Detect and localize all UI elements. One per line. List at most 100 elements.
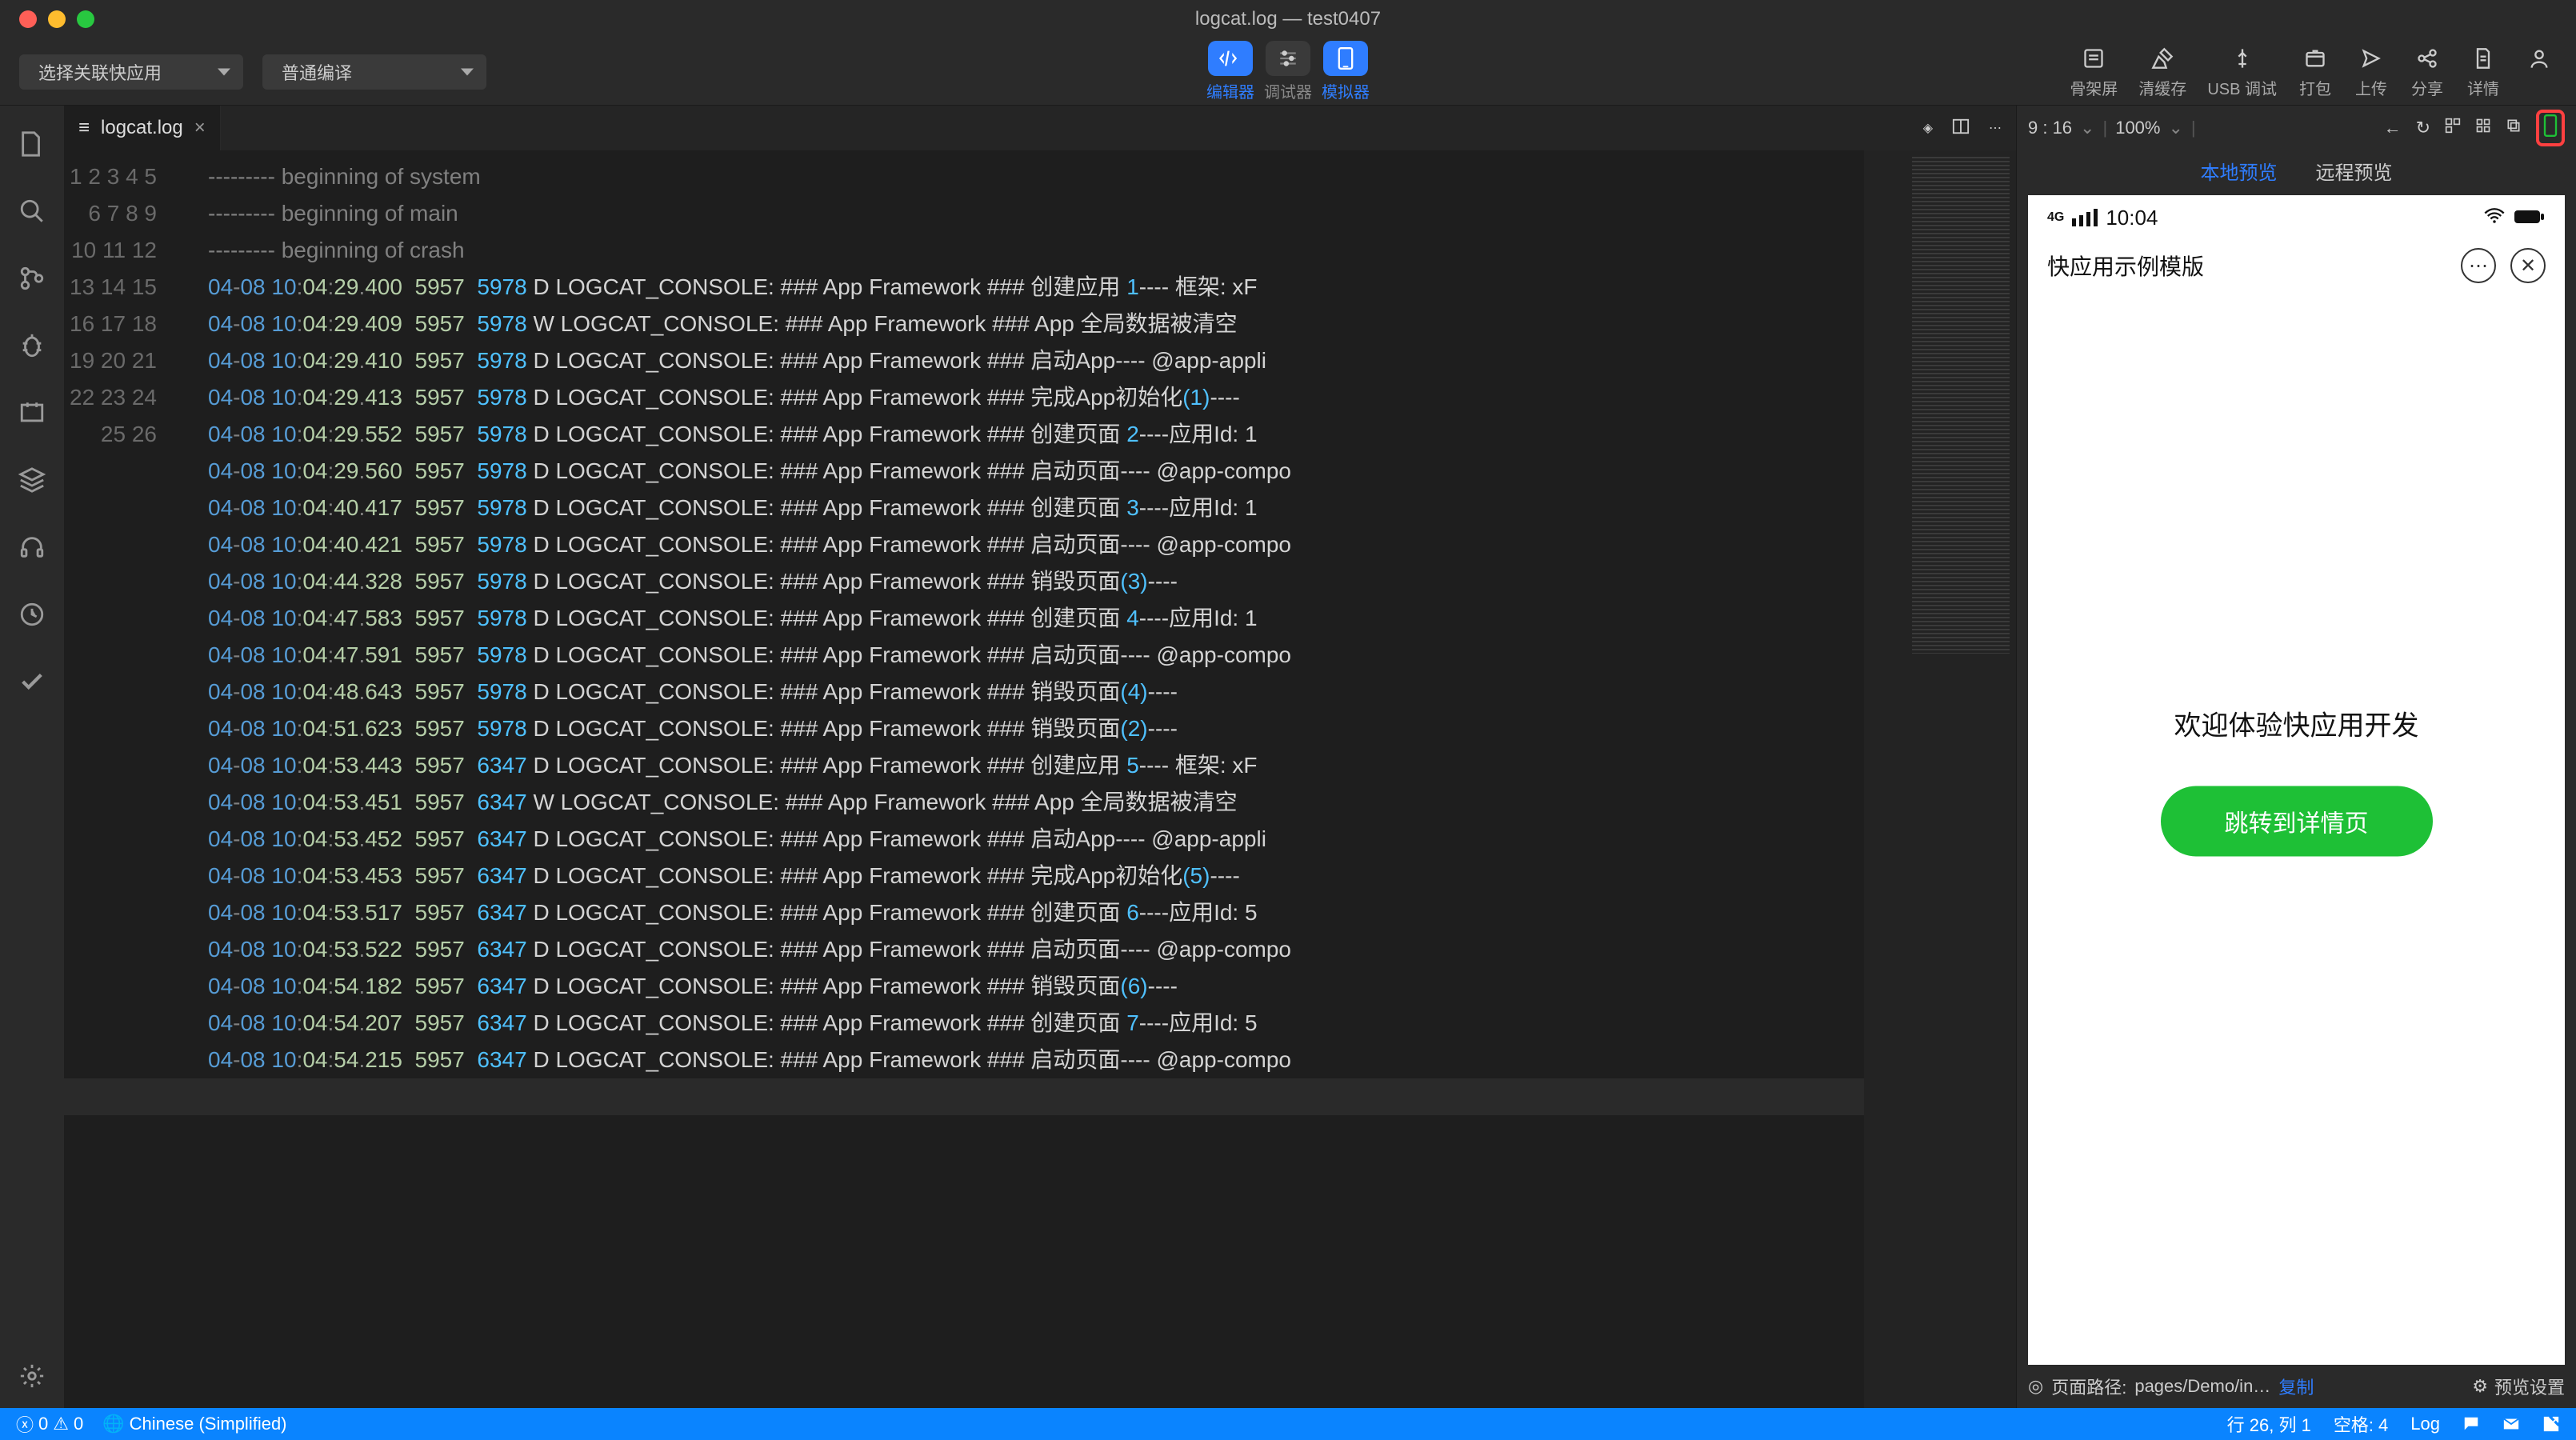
mail-icon[interactable] (2502, 1415, 2520, 1433)
preview-zoom[interactable]: 100% (2115, 118, 2160, 138)
search-icon[interactable] (16, 195, 48, 227)
feedback-icon[interactable] (2462, 1415, 2480, 1433)
grid-icon[interactable] (2475, 118, 2491, 138)
tab-editor[interactable]: 编辑器 (1206, 41, 1254, 102)
btn-account[interactable] (2522, 44, 2557, 99)
tab-simulator[interactable]: 模拟器 (1322, 41, 1370, 102)
signal-label: 4G (2047, 210, 2064, 225)
btn-details[interactable]: 详情 (2466, 44, 2501, 99)
settings-icon[interactable] (16, 1360, 48, 1392)
path-label: 页面路径: (2051, 1374, 2126, 1399)
refresh-icon[interactable]: ↻ (2416, 118, 2430, 138)
error-icon: ⓧ (16, 1411, 34, 1437)
status-language[interactable]: 🌐Chinese (Simplified) (102, 1414, 286, 1434)
phone-more-button[interactable]: ⋯ (2461, 248, 2496, 283)
split-icon[interactable] (1952, 118, 1970, 139)
layers-icon[interactable] (16, 464, 48, 496)
code-content: --------- beginning of system --------- … (208, 158, 2016, 1115)
signal-bars-icon (2072, 209, 2098, 226)
qr-icon[interactable] (2445, 118, 2461, 138)
preview-time: 9 : 16 (2028, 118, 2072, 138)
globe-icon: 🌐 (102, 1414, 124, 1434)
line-numbers: 1 2 3 4 5 6 7 8 9 10 11 12 13 14 15 16 1… (64, 158, 176, 453)
phone-clock: 10:04 (2106, 206, 2158, 230)
gear-icon: ⚙ (2472, 1376, 2488, 1397)
phone-status-bar: 4G 10:04 (2028, 195, 2565, 240)
tab-filename: logcat.log (101, 117, 183, 139)
battery-icon (2514, 206, 2546, 230)
headset-icon[interactable] (16, 531, 48, 563)
broom-icon (2145, 44, 2180, 73)
minimize-window[interactable] (48, 10, 66, 28)
status-errors[interactable]: ⓧ0 ⚠0 (16, 1411, 83, 1437)
phone-title-bar: 快应用示例模版 ⋯ ✕ (2028, 240, 2565, 291)
sliders-icon (1266, 41, 1310, 76)
chevron-down-icon[interactable]: ⌄ (2080, 118, 2094, 138)
close-icon[interactable]: × (194, 117, 206, 139)
check-icon[interactable] (16, 666, 48, 698)
tab-file-icon: ≡ (78, 117, 90, 139)
btn-skeleton[interactable]: 骨架屏 (2070, 44, 2118, 99)
editor-tabs: ≡ logcat.log × ◈ ⋯ (64, 106, 2016, 150)
explorer-icon[interactable] (16, 128, 48, 160)
window-controls[interactable] (19, 10, 94, 28)
select-compile-mode[interactable]: 普通编译 (262, 54, 486, 90)
more-icon[interactable]: ⋯ (1989, 120, 2002, 136)
preview-panel: 9 : 16 ⌄ | 100% ⌄ | ← ↻ 本地预览 远程预览 (2016, 106, 2576, 1408)
phone-app-title: 快应用示例模版 (2047, 250, 2204, 282)
skeleton-icon (2076, 44, 2111, 73)
status-cursor[interactable]: 行 26, 列 1 (2227, 1411, 2311, 1437)
tab-remote-preview[interactable]: 远程预览 (2316, 157, 2393, 190)
preview-settings-button[interactable]: 预览设置 (2494, 1374, 2565, 1399)
file-icon (2466, 44, 2501, 73)
warning-icon: ⚠ (53, 1414, 69, 1434)
activity-bar (0, 106, 64, 1408)
popout-icon[interactable] (2542, 1415, 2560, 1433)
copy-path-button[interactable]: 复制 (2278, 1374, 2314, 1399)
preview-tabs: 本地预览 远程预览 (2017, 150, 2576, 195)
btn-share[interactable]: 分享 (2410, 44, 2445, 99)
tab-local-preview[interactable]: 本地预览 (2201, 157, 2278, 190)
btn-usb-debug[interactable]: USB 调试 (2207, 44, 2277, 99)
status-filetype[interactable]: Log (2410, 1414, 2440, 1434)
clock-icon[interactable] (16, 598, 48, 630)
tab-logcat[interactable]: ≡ logcat.log × (64, 106, 221, 150)
package-icon (2298, 44, 2333, 73)
share-icon (2410, 44, 2445, 73)
diff-icon[interactable]: ◈ (1923, 120, 1933, 136)
btn-package[interactable]: 打包 (2298, 44, 2333, 99)
back-icon[interactable]: ← (2384, 118, 2402, 138)
chevron-down-icon[interactable]: ⌄ (2168, 118, 2182, 138)
device-toggle-icon[interactable] (2536, 110, 2565, 146)
right-actions: 骨架屏 清缓存 USB 调试 打包 上传 分享 详情 (2070, 44, 2557, 99)
copy-icon[interactable] (2506, 118, 2522, 138)
editor-area: ≡ logcat.log × ◈ ⋯ 1 2 3 4 5 6 7 8 9 10 … (64, 106, 2016, 1408)
phone-close-button[interactable]: ✕ (2510, 248, 2546, 283)
titlebar: logcat.log — test0407 (0, 0, 2576, 38)
bug-icon[interactable] (16, 330, 48, 362)
compass-icon: ◎ (2028, 1376, 2043, 1397)
upload-icon (2354, 44, 2389, 73)
status-bar: ⓧ0 ⚠0 🌐Chinese (Simplified) 行 26, 列 1 空格… (0, 1408, 2576, 1440)
preview-footer: ◎ 页面路径: pages/Demo/in… 复制 ⚙ 预览设置 (2017, 1365, 2576, 1408)
select-linked-app[interactable]: 选择关联快应用 (19, 54, 243, 90)
maximize-window[interactable] (77, 10, 94, 28)
btn-upload[interactable]: 上传 (2354, 44, 2389, 99)
user-icon (2522, 44, 2557, 73)
status-spaces[interactable]: 空格: 4 (2334, 1411, 2388, 1437)
phone-icon (1337, 47, 1354, 70)
main-toolbar: 选择关联快应用 普通编译 编辑器 调试器 模拟器 骨架屏 清缓存 USB 调试 … (0, 38, 2576, 106)
preview-toolbar: 9 : 16 ⌄ | 100% ⌄ | ← ↻ (2017, 106, 2576, 150)
screenshot-icon[interactable] (16, 397, 48, 429)
tab-debugger[interactable]: 调试器 (1264, 41, 1312, 102)
center-tabs: 编辑器 调试器 模拟器 (1206, 41, 1370, 102)
btn-clear-cache[interactable]: 清缓存 (2138, 44, 2186, 99)
git-icon[interactable] (16, 262, 48, 294)
cta-detail-button[interactable]: 跳转到详情页 (2161, 786, 2433, 857)
path-value: pages/Demo/in… (2134, 1376, 2270, 1397)
window-title: logcat.log — test0407 (1195, 8, 1381, 30)
code-editor[interactable]: 1 2 3 4 5 6 7 8 9 10 11 12 13 14 15 16 1… (64, 150, 2016, 1408)
minimap[interactable] (1864, 150, 2016, 1408)
close-window[interactable] (19, 10, 37, 28)
wifi-icon (2483, 206, 2506, 230)
